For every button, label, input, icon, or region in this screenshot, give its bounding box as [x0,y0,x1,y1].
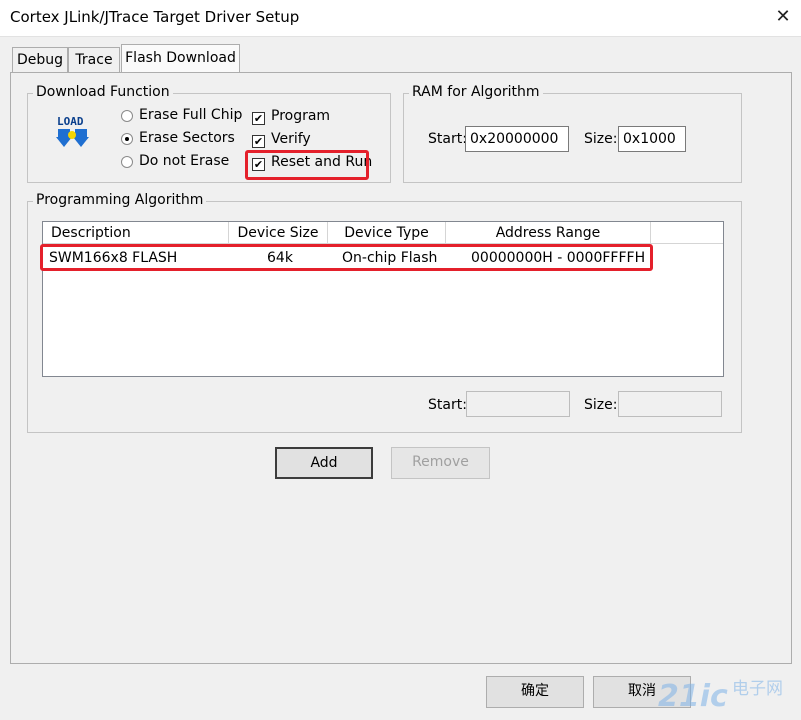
tab-flash-download[interactable]: Flash Download [121,44,240,72]
ram-start-label: Start: [428,131,467,147]
cell-device-type: On-chip Flash [342,250,438,266]
checkbox-program[interactable]: ✔ [252,112,265,125]
radio-erase-full-chip[interactable] [121,110,133,122]
algo-size-label: Size: [584,397,618,413]
algorithm-list[interactable]: Description Device Size Device Type Addr… [42,221,724,377]
download-function-legend: Download Function [33,84,173,100]
checkbox-verify[interactable]: ✔ [252,135,265,148]
load-icon: LOAD [55,113,91,151]
cell-address-range: 00000000H - 0000FFFFH [471,250,646,266]
column-header-device-type[interactable]: Device Type [328,222,446,244]
ram-start-input[interactable]: 0x20000000 [465,126,569,152]
cell-device-size: 64k [267,250,293,266]
checkbox-verify-label: Verify [271,131,311,147]
radio-erase-sectors[interactable] [121,133,133,145]
watermark-number: 21ic [658,679,728,714]
cell-description: SWM166x8 FLASH [49,250,178,266]
checkbox-reset-and-run[interactable]: ✔ [252,158,265,171]
algo-start-input[interactable] [466,391,570,417]
column-header-description[interactable]: Description [43,222,229,244]
programming-algorithm-legend: Programming Algorithm [33,192,207,208]
title-bar: Cortex JLink/JTrace Target Driver Setup … [0,0,801,37]
column-header-device-size[interactable]: Device Size [229,222,328,244]
add-button[interactable]: Add [275,447,373,479]
radio-erase-full-chip-label: Erase Full Chip [139,107,243,123]
window-title: Cortex JLink/JTrace Target Driver Setup [10,8,300,26]
ram-size-input[interactable]: 0x1000 [618,126,686,152]
close-icon[interactable]: ✕ [772,6,794,28]
remove-button[interactable]: Remove [391,447,490,479]
algo-start-label: Start: [428,397,467,413]
ram-size-label: Size: [584,131,618,147]
column-header-address-range[interactable]: Address Range [446,222,651,244]
ram-legend: RAM for Algorithm [409,84,543,100]
tab-debug[interactable]: Debug [12,47,68,72]
tab-trace[interactable]: Trace [68,47,120,72]
radio-do-not-erase-label: Do not Erase [139,153,230,169]
radio-do-not-erase[interactable] [121,156,133,168]
watermark-cn: 电子网 [732,679,783,699]
load-icon-text: LOAD [57,115,84,128]
column-header-empty [651,222,723,244]
checkbox-program-label: Program [271,108,331,124]
table-row[interactable]: SWM166x8 FLASH 64k On-chip Flash 0000000… [43,246,723,270]
radio-erase-sectors-label: Erase Sectors [139,130,235,146]
algo-size-input[interactable] [618,391,722,417]
checkbox-reset-and-run-label: Reset and Run [271,154,373,170]
ok-button[interactable]: 确定 [486,676,584,708]
watermark-logo: 21ic 电子网 [656,672,796,716]
